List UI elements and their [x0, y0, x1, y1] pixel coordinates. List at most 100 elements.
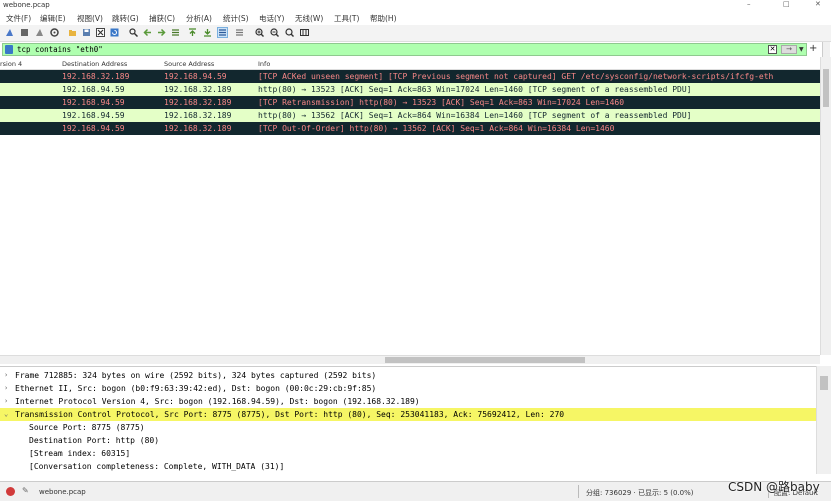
display-filter-bar: tcp contains "eth0" ✕ → ▼ + [0, 42, 831, 57]
add-filter-button[interactable]: + [809, 43, 817, 54]
maximize-button[interactable]: □ [783, 0, 790, 8]
menu-statistics[interactable]: 统计(S) [223, 13, 249, 24]
scrollbar-thumb[interactable] [820, 376, 828, 390]
zoom-in-icon[interactable] [254, 27, 265, 38]
last-icon[interactable] [202, 27, 213, 38]
detail-text: Ethernet II, Src: bogon (b0:f9:63:39:42:… [15, 384, 377, 393]
menu-go[interactable]: 跳转(G) [112, 13, 139, 24]
reload-icon[interactable] [109, 27, 120, 38]
title-bar: webone.pcap – □ ✕ [0, 0, 831, 11]
detail-tree-item-frame[interactable]: › Frame 712885: 324 bytes on wire (2592 … [0, 369, 816, 382]
resize-columns-icon[interactable] [299, 27, 310, 38]
menu-file[interactable]: 文件(F) [6, 13, 31, 24]
scrollbar-thumb[interactable] [385, 357, 585, 363]
main-toolbar [0, 25, 831, 42]
column-header-source[interactable]: Source Address [164, 60, 214, 68]
window-title: webone.pcap [3, 1, 50, 9]
expand-arrow-icon[interactable]: › [4, 382, 8, 395]
bookmark-icon[interactable] [5, 45, 13, 54]
zoom-normal-icon[interactable] [284, 27, 295, 38]
packet-info: http(80) → 13523 [ACK] Seq=1 Ack=863 Win… [258, 85, 692, 94]
restart-icon[interactable] [34, 27, 45, 38]
menu-capture[interactable]: 捕获(C) [149, 13, 175, 24]
forward-icon[interactable] [156, 27, 167, 38]
chevron-down-icon[interactable]: ▼ [799, 45, 807, 54]
column-header-version[interactable]: rsion 4 [0, 60, 22, 68]
detail-tree-item-tcp[interactable]: ⌄ Transmission Control Protocol, Src Por… [0, 408, 816, 421]
status-divider [578, 485, 579, 498]
packet-info: [TCP ACKed unseen segment] [TCP Previous… [258, 72, 774, 81]
detail-text: [Stream index: 60315] [29, 449, 131, 458]
packet-source: 192.168.32.189 [164, 85, 232, 94]
filter-bar-edge [822, 42, 830, 57]
packet-list-horizontal-scrollbar[interactable] [0, 355, 820, 364]
packet-source: 192.168.32.189 [164, 98, 232, 107]
packet-destination: 192.168.32.189 [62, 72, 130, 81]
colorize-icon[interactable] [234, 27, 245, 38]
packet-destination: 192.168.94.59 [62, 111, 125, 120]
detail-tree-item-ethernet[interactable]: › Ethernet II, Src: bogon (b0:f9:63:39:4… [0, 382, 816, 395]
open-icon[interactable] [67, 27, 78, 38]
column-header-destination[interactable]: Destination Address [62, 60, 127, 68]
detail-text: Destination Port: http (80) [29, 436, 160, 445]
column-header-info[interactable]: Info [258, 60, 270, 68]
menu-view[interactable]: 视图(V) [77, 13, 103, 24]
packet-list-vertical-scrollbar[interactable] [820, 57, 831, 355]
menu-tools[interactable]: 工具(T) [334, 13, 359, 24]
watermark-text: CSDN @路baby [728, 480, 820, 494]
packet-destination: 192.168.94.59 [62, 85, 125, 94]
autoscroll-icon[interactable] [217, 27, 228, 38]
detail-text: Source Port: 8775 (8775) [29, 423, 145, 432]
packet-list-header: rsion 4 Destination Address Source Addre… [0, 57, 820, 70]
menu-wireless[interactable]: 无线(W) [295, 13, 323, 24]
packet-row[interactable]: 192.168.94.59 192.168.32.189 [TCP Out-Of… [0, 122, 820, 135]
packet-row[interactable]: 192.168.94.59 192.168.32.189 http(80) → … [0, 109, 820, 122]
detail-text: Frame 712885: 324 bytes on wire (2592 bi… [15, 371, 377, 380]
filter-text[interactable]: tcp contains "eth0" [17, 45, 103, 54]
packet-row[interactable]: 192.168.94.59 192.168.32.189 [TCP Retran… [0, 96, 820, 109]
scrollbar-thumb[interactable] [823, 69, 829, 107]
options-icon[interactable] [49, 27, 60, 38]
packet-list: rsion 4 Destination Address Source Addre… [0, 57, 820, 355]
packet-info: http(80) → 13562 [ACK] Seq=1 Ack=864 Win… [258, 111, 692, 120]
packet-row[interactable]: 192.168.32.189 192.168.94.59 [TCP ACKed … [0, 70, 820, 83]
details-vertical-scrollbar[interactable] [816, 366, 831, 474]
status-bar: ✎ webone.pcap 分组: 736029 · 已显示: 5 (0.0%)… [0, 481, 831, 501]
detail-tree-item-ipv4[interactable]: › Internet Protocol Version 4, Src: bogo… [0, 395, 816, 408]
menu-analyze[interactable]: 分析(A) [186, 13, 212, 24]
collapse-arrow-icon[interactable]: ⌄ [4, 408, 8, 421]
expert-info-icon[interactable] [6, 487, 15, 496]
packet-row[interactable]: 192.168.94.59 192.168.32.189 http(80) → … [0, 83, 820, 96]
detail-tree-item-destination-port[interactable]: Destination Port: http (80) [0, 434, 816, 447]
save-icon[interactable] [81, 27, 92, 38]
detail-tree-item-stream-index[interactable]: [Stream index: 60315] [0, 447, 816, 460]
detail-text: [Conversation completeness: Complete, WI… [29, 462, 285, 471]
first-icon[interactable] [187, 27, 198, 38]
find-icon[interactable] [128, 27, 139, 38]
status-file-name: webone.pcap [39, 488, 86, 496]
clear-filter-icon[interactable]: ✕ [768, 45, 777, 54]
close-file-icon[interactable] [95, 27, 106, 38]
display-filter-input[interactable]: tcp contains "eth0" ✕ → ▼ [2, 43, 807, 56]
detail-text: Transmission Control Protocol, Src Port:… [15, 410, 565, 419]
fin-icon[interactable] [4, 27, 15, 38]
close-window-button[interactable]: ✕ [815, 0, 821, 8]
packet-info: [TCP Out-Of-Order] http(80) → 13562 [ACK… [258, 124, 615, 133]
capture-comment-icon[interactable]: ✎ [22, 486, 29, 495]
detail-tree-item-conversation-completeness[interactable]: [Conversation completeness: Complete, WI… [0, 460, 816, 473]
expand-arrow-icon[interactable]: › [4, 395, 8, 408]
menu-help[interactable]: 帮助(H) [370, 13, 397, 24]
detail-tree-item-source-port[interactable]: Source Port: 8775 (8775) [0, 421, 816, 434]
stop-icon[interactable] [19, 27, 30, 38]
menu-edit[interactable]: 编辑(E) [40, 13, 66, 24]
packet-info: [TCP Retransmission] http(80) → 13523 [A… [258, 98, 625, 107]
menu-telephony[interactable]: 电话(Y) [259, 13, 284, 24]
detail-text: Internet Protocol Version 4, Src: bogon … [15, 397, 420, 406]
expand-arrow-icon[interactable]: › [4, 369, 8, 382]
minimize-button[interactable]: – [747, 0, 751, 8]
goto-icon[interactable] [170, 27, 181, 38]
packet-destination: 192.168.94.59 [62, 98, 125, 107]
apply-filter-icon[interactable]: → [781, 45, 797, 54]
zoom-out-icon[interactable] [269, 27, 280, 38]
back-icon[interactable] [142, 27, 153, 38]
